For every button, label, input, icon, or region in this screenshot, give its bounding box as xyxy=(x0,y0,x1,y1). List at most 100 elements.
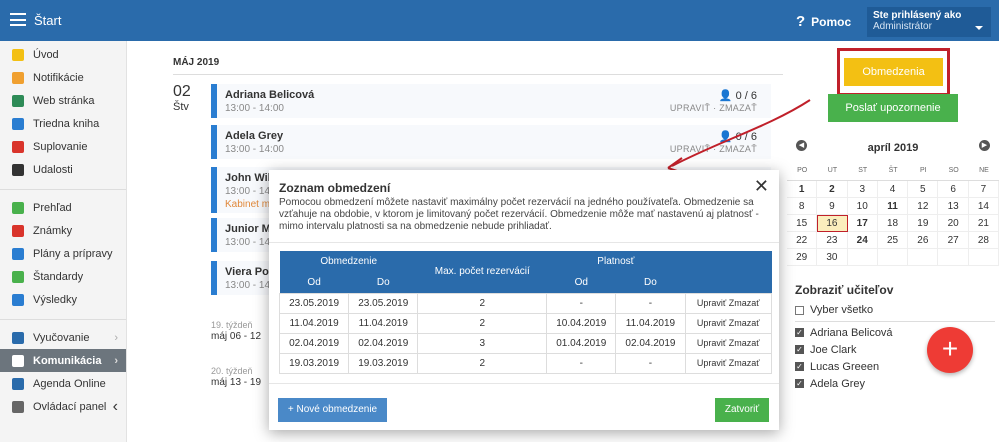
calendar-day[interactable]: 19 xyxy=(908,215,939,232)
calendar-day[interactable]: 27 xyxy=(938,232,969,249)
col-od: Od xyxy=(279,272,349,293)
col-platnost-do: Do xyxy=(615,272,686,293)
sidebar-item[interactable]: Známky xyxy=(0,219,126,242)
calendar-day[interactable]: 5 xyxy=(908,181,939,198)
sidebar-item-label: Výsledky xyxy=(33,293,78,306)
check-circle-icon xyxy=(12,201,24,214)
sidebar-item[interactable]: Prehľad xyxy=(0,196,126,219)
top-bar: Štart ? Pomoc Ste prihlásený ako Adminis… xyxy=(0,0,999,41)
teacher-name: Lucas Greeen xyxy=(810,360,880,373)
calendar-day[interactable]: 8 xyxy=(787,198,818,215)
table-cell: 02.04.2019 xyxy=(278,332,350,354)
calendar-day[interactable]: 15 xyxy=(787,215,818,232)
calendar-icon xyxy=(12,163,24,176)
sidebar-item[interactable]: Triedna kniha xyxy=(0,112,126,135)
row-actions[interactable]: Upraviť Zmazať xyxy=(684,332,773,354)
table-cell: - xyxy=(615,292,686,314)
sidebar-item[interactable]: Agenda Online xyxy=(0,372,126,395)
calendar-day[interactable]: 21 xyxy=(968,215,999,232)
week-range[interactable]: máj 13 - 19 xyxy=(211,377,261,388)
calendar-day[interactable]: 3 xyxy=(847,181,878,198)
calendar-day[interactable]: 25 xyxy=(877,232,909,249)
sidebar-item[interactable]: Úvod xyxy=(0,43,126,66)
row-actions[interactable]: Upraviť Zmazať xyxy=(684,312,773,334)
sidebar-item[interactable]: Suplovanie xyxy=(0,135,126,158)
table-cell: - xyxy=(546,292,617,314)
app-title[interactable]: Štart xyxy=(34,13,61,28)
close-button[interactable]: Zatvoriť xyxy=(715,398,769,422)
table-cell: 02.04.2019 xyxy=(348,332,419,354)
teacher-name: Joe Clark xyxy=(810,343,857,356)
week-range[interactable]: máj 06 - 12 xyxy=(211,331,261,342)
calendar-day[interactable]: 9 xyxy=(817,198,848,215)
sidebar-item-label: Udalosti xyxy=(33,163,73,176)
calendar-day[interactable]: 23 xyxy=(817,232,848,249)
chevron-right-icon: › xyxy=(114,331,118,344)
calendar-day[interactable]: 17 xyxy=(847,215,878,232)
obmedzenia-button[interactable]: Obmedzenia xyxy=(844,58,943,86)
calendar-day[interactable]: 7 xyxy=(968,181,999,198)
calendar-day[interactable]: 20 xyxy=(938,215,969,232)
restrictions-modal: Zoznam obmedzení ✕ Pomocou obmedzení môž… xyxy=(269,170,779,430)
table-cell: 23.05.2019 xyxy=(348,292,419,314)
calendar-day[interactable]: 26 xyxy=(908,232,939,249)
sidebar-item[interactable]: Notifikácie xyxy=(0,66,126,89)
modal-description: Pomocou obmedzení môžete nastaviť maximá… xyxy=(279,197,759,232)
table-cell: 2 xyxy=(417,292,548,314)
sidebar-item-label: Známky xyxy=(33,224,73,237)
sidebar-item[interactable]: Udalosti xyxy=(0,158,126,181)
table-cell: - xyxy=(615,352,686,374)
calendar-day[interactable]: 4 xyxy=(877,181,909,198)
table-cell: 2 xyxy=(417,352,548,374)
table-row: 23.05.2019 23.05.2019 2- - Upraviť Zmazať xyxy=(278,292,773,314)
sidebar-item[interactable]: Štandardy xyxy=(0,265,126,288)
calendar-day[interactable]: 14 xyxy=(968,198,999,215)
calendar-day[interactable]: 12 xyxy=(908,198,939,215)
divider xyxy=(173,74,783,75)
calendar-day[interactable]: 22 xyxy=(787,232,818,249)
calendar-day[interactable]: 11 xyxy=(877,198,909,215)
calendar-day[interactable]: 28 xyxy=(968,232,999,249)
col-platnost-od: Od xyxy=(546,272,616,293)
sidebar-item[interactable]: Vyučovanie › xyxy=(0,326,126,349)
send-notification-button[interactable]: Poslať upozornenie xyxy=(828,94,958,122)
calendar-day[interactable]: 13 xyxy=(938,198,969,215)
calendar-day[interactable]: 6 xyxy=(938,181,969,198)
help-button[interactable]: ? Pomoc xyxy=(796,13,851,30)
new-restriction-button[interactable]: + Nové obmedzenie xyxy=(278,398,387,422)
teacher-checkbox[interactable]: ✓ Adela Grey xyxy=(795,375,995,392)
calendar-day[interactable]: 24 xyxy=(847,232,878,249)
calendar-day[interactable]: 18 xyxy=(877,215,909,232)
table-cell: 01.04.2019 xyxy=(546,332,617,354)
home-icon xyxy=(12,94,24,107)
sidebar-item[interactable]: Web stránka xyxy=(0,89,126,112)
select-all-checkbox[interactable]: Vyber všetko xyxy=(795,304,995,322)
sidebar-item-label: Štandardy xyxy=(33,270,84,283)
sidebar-item[interactable]: Komunikácia › xyxy=(0,349,126,372)
restrictions-table: Obmedzenie Max. počet rezervácií Platnos… xyxy=(278,251,773,374)
calendar-day[interactable]: 10 xyxy=(847,198,878,215)
calendar-empty-cell xyxy=(908,249,939,266)
col-platnost: Platnosť xyxy=(546,251,686,272)
chevron-right-icon: › xyxy=(114,354,118,367)
weekday-header: PI xyxy=(908,167,939,181)
add-fab-button[interactable]: + xyxy=(927,327,973,373)
calendar-day[interactable]: 30 xyxy=(817,249,848,266)
calendar-day[interactable]: 29 xyxy=(787,249,818,266)
collapse-sidebar-icon[interactable]: ‹ xyxy=(113,398,118,416)
next-month-icon[interactable]: ▶ xyxy=(979,140,990,151)
menu-icon[interactable] xyxy=(10,13,26,26)
user-menu[interactable]: Ste prihlásený ako Administrátor xyxy=(867,7,991,37)
table-cell: 11.04.2019 xyxy=(615,312,686,334)
table-cell: 11.04.2019 xyxy=(348,312,419,334)
calendar-day[interactable]: 1 xyxy=(787,181,818,198)
close-icon[interactable]: ✕ xyxy=(754,177,769,195)
sidebar-item-label: Plány a prípravy xyxy=(33,247,113,260)
calendar-day[interactable]: 2 xyxy=(817,181,848,198)
sidebar-item[interactable]: Výsledky xyxy=(0,288,126,311)
sidebar-item[interactable]: Ovládací panel ‹ xyxy=(0,395,126,418)
row-actions[interactable]: Upraviť Zmazať xyxy=(684,292,773,314)
calendar-day[interactable]: 16 xyxy=(817,215,848,232)
row-actions[interactable]: Upraviť Zmazať xyxy=(684,352,773,374)
sidebar-item[interactable]: Plány a prípravy xyxy=(0,242,126,265)
